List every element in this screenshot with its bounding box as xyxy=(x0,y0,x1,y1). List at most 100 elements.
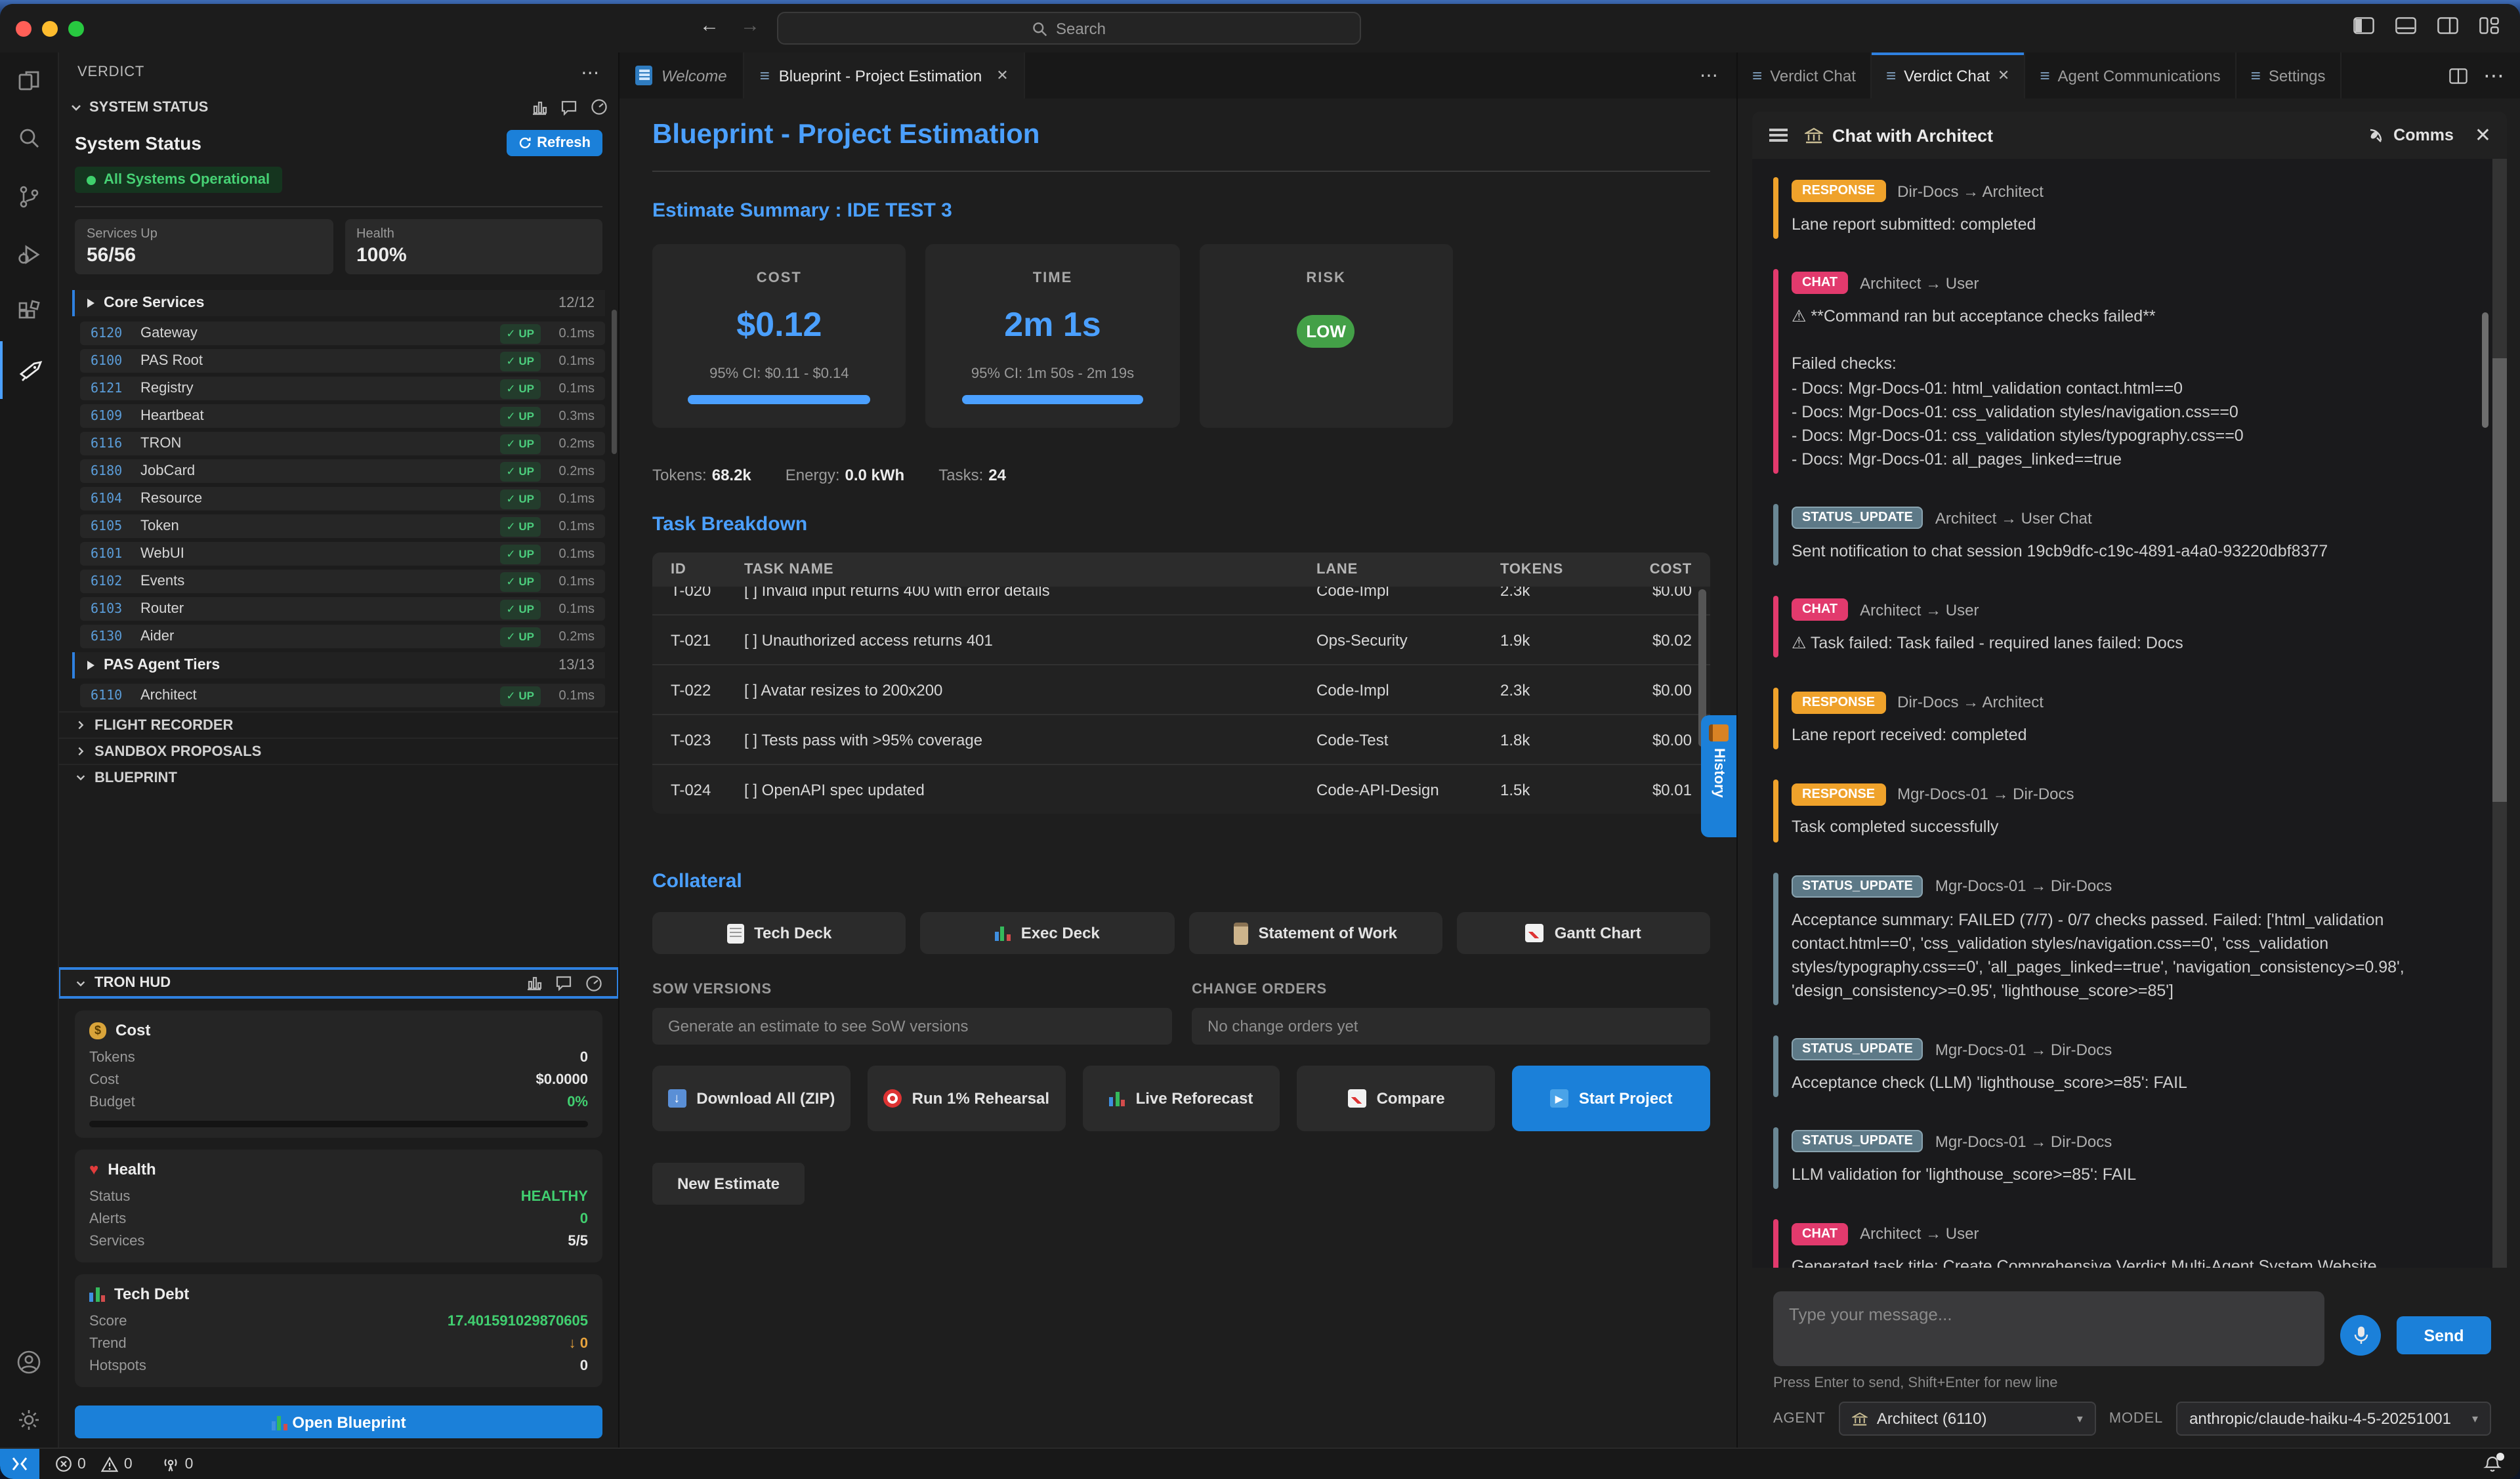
split-editor-icon[interactable] xyxy=(2449,68,2468,83)
run-debug-icon[interactable] xyxy=(0,226,58,283)
search-sidebar-icon[interactable] xyxy=(0,110,58,168)
section-blueprint[interactable]: BLUEPRINT xyxy=(59,764,618,790)
history-tab[interactable]: History xyxy=(1701,715,1736,837)
notifications-bell[interactable] xyxy=(2483,1455,2502,1473)
open-blueprint-button[interactable]: Open Blueprint xyxy=(75,1406,602,1438)
close-chat-icon[interactable]: ✕ xyxy=(2475,123,2491,147)
task-id: T-024 xyxy=(671,780,744,799)
send-button[interactable]: Send xyxy=(2397,1316,2491,1354)
search-input[interactable]: Search xyxy=(777,12,1361,45)
service-row[interactable]: 6102Events✓ UP0.1ms xyxy=(80,570,605,593)
tab-welcome[interactable]: Welcome xyxy=(620,52,744,98)
extensions-icon[interactable] xyxy=(0,283,58,341)
collateral-button-gantt-chart[interactable]: Gantt Chart xyxy=(1457,912,1711,954)
service-row[interactable]: 6116TRON✓ UP0.2ms xyxy=(80,432,605,455)
model-select[interactable]: anthropic/claude-haiku-4-5-20251001 ▾ xyxy=(2176,1402,2491,1436)
toggle-secondary-sidebar-icon[interactable] xyxy=(2437,17,2458,34)
editor-more-icon[interactable]: ⋯ xyxy=(1681,64,1736,87)
gauge-icon[interactable] xyxy=(591,98,608,115)
traffic-lights[interactable] xyxy=(16,21,84,37)
section-sandbox-proposals[interactable]: SANDBOX PROPOSALS xyxy=(59,738,618,764)
service-up-badge: ✓ UP xyxy=(499,544,541,564)
section-tron-hud[interactable]: TRON HUD xyxy=(59,967,618,999)
agent-select[interactable]: Architect (6110) ▾ xyxy=(1839,1402,2096,1436)
menu-icon[interactable] xyxy=(1768,127,1789,143)
mic-button[interactable] xyxy=(2340,1315,2381,1356)
service-row[interactable]: 6110Architect✓ UP0.1ms xyxy=(80,684,605,707)
collateral-button-exec-deck[interactable]: Exec Deck xyxy=(921,912,1175,954)
service-row[interactable]: 6103Router✓ UP0.1ms xyxy=(80,597,605,621)
action-button-compare[interactable]: Compare xyxy=(1297,1066,1496,1131)
collateral-button-statement-of-work[interactable]: Statement of Work xyxy=(1188,912,1442,954)
table-row[interactable]: T-024[ ] OpenAPI spec updatedCode-API-De… xyxy=(652,764,1710,814)
service-up-badge: ✓ UP xyxy=(499,686,541,705)
table-row[interactable]: T-020[ ] Invalid input returns 400 with … xyxy=(652,587,1710,614)
comment-icon[interactable] xyxy=(560,99,578,115)
bar-chart-icon[interactable] xyxy=(525,975,542,991)
table-row[interactable]: T-023[ ] Tests pass with >95% coverageCo… xyxy=(652,714,1710,764)
message-scrollbar-thumb[interactable] xyxy=(2482,312,2488,428)
table-row[interactable]: T-021[ ] Unauthorized access returns 401… xyxy=(652,614,1710,664)
message-head: CHATArchitect → User xyxy=(1792,598,2473,622)
action-button-start-project[interactable]: ▶Start Project xyxy=(1512,1066,1710,1131)
section-flight-recorder[interactable]: FLIGHT RECORDER xyxy=(59,711,618,738)
bar-chart-icon[interactable] xyxy=(530,99,547,115)
sidebar-more-icon[interactable]: ⋯ xyxy=(581,61,600,83)
ports-broadcast[interactable]: 0 xyxy=(161,1455,194,1472)
service-row[interactable]: 6180JobCard✓ UP0.2ms xyxy=(80,459,605,483)
service-row[interactable]: 6109Heartbeat✓ UP0.3ms xyxy=(80,404,605,428)
comment-icon[interactable] xyxy=(555,975,572,991)
close-window-button[interactable] xyxy=(16,21,32,37)
collateral-button-tech-deck[interactable]: Tech Deck xyxy=(652,912,906,954)
nav-forward-icon[interactable]: → xyxy=(740,14,760,37)
action-button-live-reforecast[interactable]: Live Reforecast xyxy=(1082,1066,1280,1131)
explorer-icon[interactable] xyxy=(0,52,58,110)
messages-scrollbar-track[interactable] xyxy=(2492,159,2507,1268)
messages-scrollbar-thumb[interactable] xyxy=(2492,358,2507,802)
accounts-icon[interactable] xyxy=(0,1333,58,1391)
tab-verdict-chat-2[interactable]: ≡ Verdict Chat ✕ xyxy=(1872,52,2025,98)
service-row[interactable]: 6121Registry✓ UP0.1ms xyxy=(80,377,605,400)
problems-warnings[interactable]: 0 xyxy=(102,1456,133,1472)
service-row[interactable]: 6120Gateway✓ UP0.1ms xyxy=(80,322,605,345)
stat-card-services-up: Services Up 56/56 xyxy=(75,219,333,274)
new-estimate-button[interactable]: New Estimate xyxy=(652,1163,805,1205)
service-row[interactable]: 6105Token✓ UP0.1ms xyxy=(80,514,605,538)
service-up-badge: ✓ UP xyxy=(499,461,541,481)
message-input[interactable] xyxy=(1773,1291,2324,1366)
tab-blueprint-project-estimation[interactable]: ≡ Blueprint - Project Estimation ✕ xyxy=(744,52,1026,98)
service-row[interactable]: 6100PAS Root✓ UP0.1ms xyxy=(80,349,605,373)
source-control-icon[interactable] xyxy=(0,168,58,226)
service-row[interactable]: 6101WebUI✓ UP0.1ms xyxy=(80,542,605,566)
tab-verdict-chat-1[interactable]: ≡ Verdict Chat xyxy=(1738,52,1872,98)
service-up-badge: ✓ UP xyxy=(499,406,541,426)
close-tab-icon[interactable]: ✕ xyxy=(996,67,1008,84)
service-row[interactable]: 6130Aider✓ UP0.2ms xyxy=(80,625,605,648)
panel-more-icon[interactable]: ⋯ xyxy=(2483,62,2504,89)
service-group-header[interactable]: PAS Agent Tiers13/13 xyxy=(72,652,605,678)
tab-agent-communications[interactable]: ≡ Agent Communications xyxy=(2025,52,2236,98)
remote-indicator[interactable] xyxy=(0,1449,39,1479)
messages-list[interactable]: RESPONSEDir-Docs → ArchitectLane report … xyxy=(1752,159,2507,1268)
customize-layout-icon[interactable] xyxy=(2479,17,2499,34)
toggle-panel-icon[interactable] xyxy=(2395,17,2416,34)
comms-button[interactable]: Comms xyxy=(2367,126,2454,144)
action-button-download-all-zip-[interactable]: ↓Download All (ZIP) xyxy=(652,1066,850,1131)
maximize-window-button[interactable] xyxy=(68,21,84,37)
action-button-run-1-rehearsal[interactable]: Run 1% Rehearsal xyxy=(868,1066,1066,1131)
nav-back-icon[interactable]: ← xyxy=(700,14,719,37)
sidebar-scrollbar[interactable] xyxy=(612,310,617,454)
service-group-header[interactable]: Core Services12/12 xyxy=(72,290,605,316)
toggle-sidebar-icon[interactable] xyxy=(2353,17,2374,34)
problems-errors[interactable]: 0 xyxy=(55,1455,86,1472)
settings-gear-icon[interactable] xyxy=(0,1391,58,1449)
tab-settings[interactable]: ≡ Settings xyxy=(2236,52,2342,98)
section-system-status[interactable]: SYSTEM STATUS xyxy=(59,92,618,122)
verdict-extension-icon[interactable] xyxy=(0,341,58,399)
refresh-button[interactable]: Refresh xyxy=(507,130,602,156)
service-row[interactable]: 6104Resource✓ UP0.1ms xyxy=(80,487,605,510)
minimize-window-button[interactable] xyxy=(42,21,58,37)
close-tab-icon[interactable]: ✕ xyxy=(1998,67,2009,84)
gauge-icon[interactable] xyxy=(585,974,602,991)
table-row[interactable]: T-022[ ] Avatar resizes to 200x200Code-I… xyxy=(652,664,1710,714)
